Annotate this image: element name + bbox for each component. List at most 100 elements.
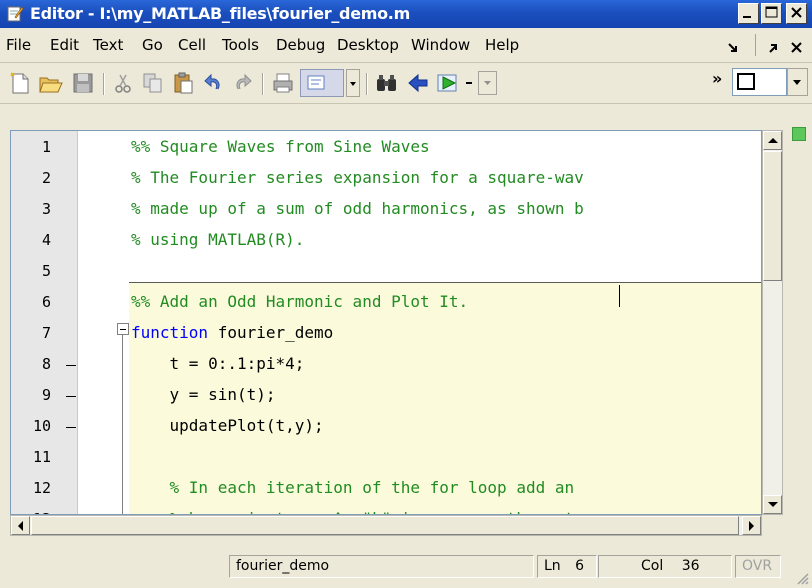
close-button[interactable] — [786, 3, 807, 24]
toolbar: » — [0, 63, 812, 104]
toolbar-overflow[interactable]: » — [712, 69, 722, 88]
line-number: 9 — [41, 386, 51, 404]
line-number: 5 — [41, 262, 51, 280]
code-line[interactable]: 5 — [11, 257, 761, 288]
code-line[interactable]: 1 %% Square Waves from Sine Waves — [11, 133, 761, 164]
status-column: Col 36 — [598, 555, 732, 578]
comment-button[interactable] — [300, 69, 344, 97]
line-number: 10 — [32, 417, 51, 435]
dock-arrow-icon[interactable] — [766, 42, 780, 54]
overwrite-indicator: OVR — [735, 555, 781, 578]
menu-window[interactable]: Window — [411, 36, 470, 54]
menu-tools[interactable]: Tools — [222, 36, 259, 54]
code-line[interactable]: 12 % In each iteration of the for loop a… — [11, 474, 761, 505]
copy-icon[interactable] — [141, 71, 165, 95]
minimize-icon — [743, 16, 751, 18]
scroll-up-button[interactable] — [763, 131, 782, 150]
menu-go[interactable]: Go — [142, 36, 163, 54]
more-icon[interactable] — [464, 75, 476, 91]
analysis-status-indicator[interactable] — [792, 127, 806, 141]
close-x-icon[interactable] — [790, 41, 804, 55]
maximize-button[interactable] — [761, 3, 782, 24]
find-binoculars-icon[interactable] — [374, 71, 400, 95]
code-text: % using MATLAB(R). — [131, 230, 305, 249]
breakpoint-marker[interactable] — [66, 396, 76, 397]
code-line[interactable]: 10 updatePlot(t,y); — [11, 412, 761, 443]
cell-dropdown-arrow[interactable] — [787, 68, 808, 96]
chevron-down-icon — [350, 82, 356, 86]
line-label: Ln — [544, 558, 561, 574]
comment-dropdown[interactable] — [346, 69, 360, 97]
title-bar[interactable]: Editor - I:\my_MATLAB_files\fourier_demo… — [0, 0, 812, 28]
checkbox-icon — [737, 73, 755, 90]
line-number: 1 — [41, 138, 51, 156]
toolbar-separator — [366, 73, 368, 95]
arrow-left-icon — [18, 521, 23, 531]
code-text: %% Square Waves from Sine Waves — [131, 137, 430, 156]
code-line[interactable]: 2 % The Fourier series expansion for a sq… — [11, 164, 761, 195]
redo-icon[interactable] — [231, 71, 255, 95]
scroll-right-button[interactable] — [742, 516, 761, 535]
hscroll-thumb[interactable] — [31, 516, 739, 535]
status-function: fourier_demo — [229, 555, 534, 578]
run-dropdown[interactable] — [478, 71, 497, 95]
code-line[interactable]: 3 % made up of a sum of odd harmonics, as… — [11, 195, 761, 226]
code-text: function fourier_demo — [131, 323, 334, 342]
toolbar-separator — [103, 73, 105, 95]
status-line: Ln 6 — [537, 555, 597, 578]
menu-desktop[interactable]: Desktop — [337, 36, 399, 54]
line-number: 6 — [41, 293, 51, 311]
save-icon[interactable] — [71, 71, 95, 95]
minimize-button[interactable] — [738, 3, 759, 24]
scroll-down-button[interactable] — [763, 495, 782, 514]
vertical-scrollbar[interactable] — [762, 130, 783, 515]
menu-text[interactable]: Text — [93, 36, 123, 54]
menu-edit[interactable]: Edit — [50, 36, 79, 54]
code-text: % In each iteration of the for loop add … — [131, 478, 575, 497]
code-line[interactable]: 4 % using MATLAB(R). — [11, 226, 761, 257]
scroll-left-button[interactable] — [11, 516, 30, 535]
paste-icon[interactable] — [171, 71, 195, 95]
arrow-up-icon — [768, 138, 778, 143]
undock-icon[interactable] — [727, 42, 741, 54]
code-line[interactable]: 9 y = sin(t); — [11, 381, 761, 412]
line-number: 8 — [41, 355, 51, 373]
code-editor[interactable]: 1 %% Square Waves from Sine Waves 2 % The F… — [10, 130, 762, 515]
line-number: 7 — [41, 324, 51, 342]
code-text: t = 0:.1:pi*4; — [131, 354, 305, 373]
editor-app-icon — [7, 6, 23, 22]
line-number: 12 — [32, 479, 51, 497]
menu-separator — [755, 34, 756, 56]
arrow-down-icon — [768, 502, 778, 507]
scroll-thumb[interactable] — [763, 151, 782, 281]
code-line[interactable]: 7 function fourier_demo — [11, 319, 761, 350]
run-icon[interactable] — [436, 71, 460, 95]
text-caret — [619, 285, 620, 307]
comment-icon — [307, 75, 325, 90]
menu-debug[interactable]: Debug — [276, 36, 325, 54]
horizontal-scrollbar[interactable] — [10, 515, 762, 536]
undo-icon[interactable] — [201, 71, 225, 95]
menu-cell[interactable]: Cell — [178, 36, 206, 54]
resize-grip-icon[interactable] — [794, 570, 810, 586]
code-text: y = sin(t); — [131, 385, 276, 404]
breakpoint-marker[interactable] — [66, 427, 76, 428]
print-icon[interactable] — [271, 71, 295, 95]
back-arrow-icon[interactable] — [406, 71, 430, 95]
cut-icon[interactable] — [111, 71, 135, 95]
column-label: Col — [641, 558, 664, 574]
status-bar: fourier_demo Ln 6 Col 36 OVR — [0, 540, 812, 588]
open-folder-icon[interactable] — [38, 71, 64, 95]
menu-help[interactable]: Help — [485, 36, 519, 54]
breakpoint-marker[interactable] — [66, 365, 76, 366]
close-icon — [791, 7, 802, 18]
code-line[interactable]: 8 t = 0:.1:pi*4; — [11, 350, 761, 381]
code-line[interactable]: 13 % harmonic to y. As "k" increases, th… — [11, 505, 761, 514]
code-text: updatePlot(t,y); — [131, 416, 324, 435]
menu-file[interactable]: File — [6, 36, 31, 54]
arrow-right-icon — [749, 521, 754, 531]
code-line[interactable]: 11 — [11, 443, 761, 474]
new-file-icon[interactable] — [8, 71, 32, 95]
cell-dropdown[interactable] — [732, 68, 787, 96]
code-line[interactable]: 6 %% Add an Odd Harmonic and Plot It. — [11, 288, 761, 319]
